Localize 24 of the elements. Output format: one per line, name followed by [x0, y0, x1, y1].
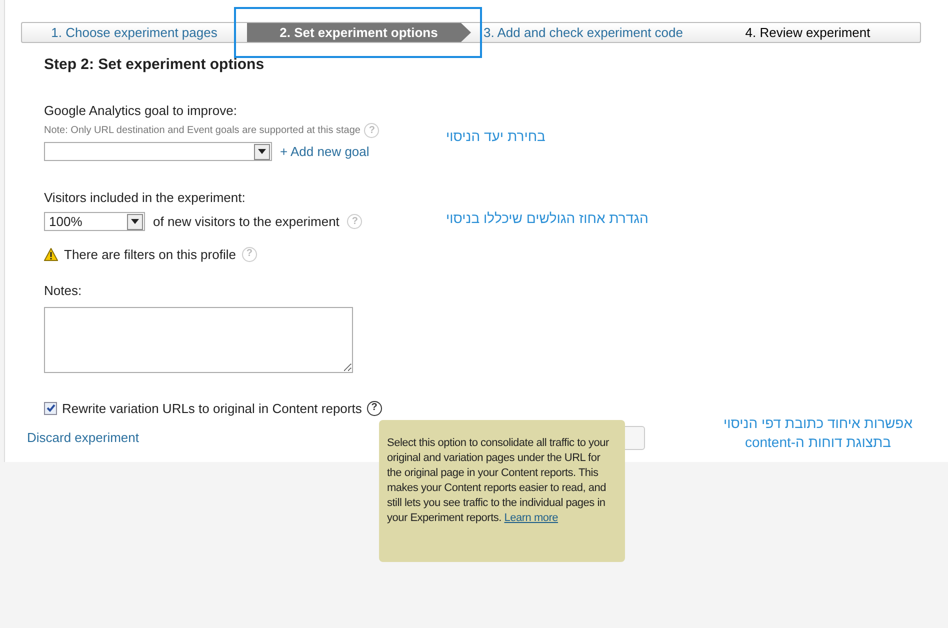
visitors-select[interactable]: 100%	[44, 212, 145, 232]
field-label: Google Analytics goal to improve:	[44, 102, 238, 120]
help-icon[interactable]: ?	[366, 400, 382, 416]
note-text: Note: Only URL destination and Event goals are supported at this stage	[44, 124, 360, 138]
field-suffix: of new visitors to the experiment	[153, 213, 340, 231]
step-tab[interactable]: 2. Set experiment options	[246, 23, 471, 42]
tooltip: Select this option to consolidate all traffic to your original and variation pages under the URL for the original page in your Content reports. This makes your Content reports easier to read, and still lets you see traffic to the individual pages in your Experiment reports. Learn more	[379, 420, 625, 562]
field-label: Visitors included in the experiment:	[44, 188, 246, 207]
field-label: Notes:	[44, 282, 83, 300]
add-goal-link[interactable]: + Add new goal	[280, 142, 370, 162]
notes-field[interactable]	[44, 306, 353, 372]
learn-more-link[interactable]: Learn more	[504, 512, 558, 524]
discard-link[interactable]: Discard experiment	[27, 428, 139, 448]
annotation-text: בחירת יעד הניסוי	[446, 127, 546, 146]
annotation-text: הגדרת אחוז הגולשים שיכללו בניסוי	[446, 209, 648, 228]
checkbox[interactable]	[44, 402, 57, 415]
step-tab[interactable]: 1. Choose experiment pages	[22, 23, 246, 42]
warning-text: There are filters on this profile	[64, 246, 236, 264]
step-tab[interactable]: 4. Review experiment	[696, 23, 920, 42]
warning-icon	[44, 248, 58, 261]
step-tab[interactable]: 3. Add and check experiment code	[471, 23, 696, 42]
page-heading: Step 2: Set experiment options	[44, 55, 266, 75]
annotation-text: אפשרות איחוד כתובת דפי הניסוי בתצוגת דוחות ה-content	[722, 414, 914, 452]
checkbox-label: Rewrite variation URLs to original in Content reports	[62, 400, 362, 418]
